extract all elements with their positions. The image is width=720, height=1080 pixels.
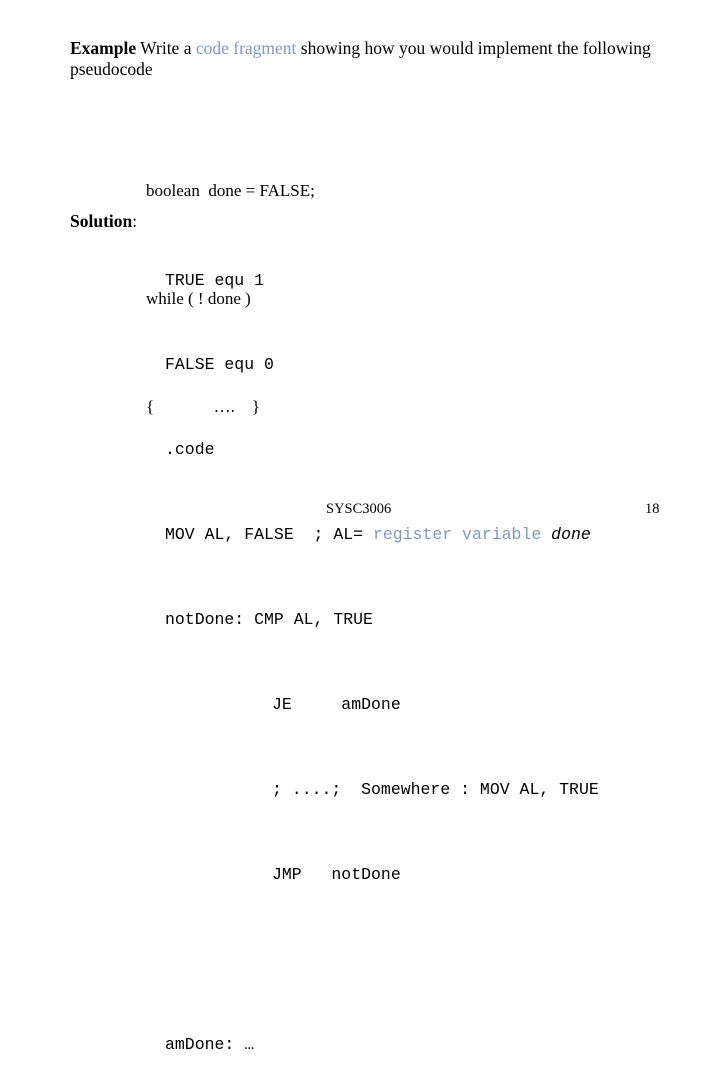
prompt-text-before: Write a	[136, 38, 196, 58]
assembly-code-block: TRUE equ 1 FALSE equ 0 .code MOV AL, FAL…	[165, 210, 599, 1080]
code-line-somewhere-comment: ; ....; Somewhere : MOV AL, TRUE	[272, 779, 599, 799]
code-line-mov-al-false: MOV AL, FALSE ; AL= register variable do…	[165, 521, 599, 549]
solution-label-colon: :	[132, 211, 138, 231]
code-line-notdone-cmp: notDone: CMP AL, TRUE	[165, 610, 373, 630]
code-line-amdone-label: amDone: …	[165, 1034, 255, 1054]
code-comment-accent-register-variable: register variable	[372, 525, 542, 545]
footer-course-code: SYSC3006	[326, 501, 392, 517]
slide-canvas: Example Write a code fragment showing ho…	[0, 0, 720, 1054]
code-line-true-equ: TRUE equ 1	[165, 270, 265, 290]
prompt-paragraph: Example Write a code fragment showing ho…	[70, 38, 670, 80]
code-comment-italic-done: done	[541, 525, 591, 545]
code-line-false-equ: FALSE equ 0	[165, 355, 274, 375]
footer-page-number: 18	[645, 501, 660, 517]
pseudocode-line: boolean done = FALSE;	[146, 181, 315, 200]
prompt-label: Example	[70, 38, 137, 58]
code-line-jmp-notdone: JMP notDone	[272, 864, 401, 884]
code-line-dot-code: .code	[165, 440, 215, 460]
solution-label: Solution:	[70, 211, 137, 232]
code-line-mov-al-false-text: MOV AL, FALSE ; AL=	[165, 525, 373, 545]
solution-label-word: Solution	[70, 211, 133, 231]
prompt-highlight-code-fragment: code fragment	[195, 38, 297, 58]
code-line-je-amdone: JE amDone	[272, 695, 401, 715]
